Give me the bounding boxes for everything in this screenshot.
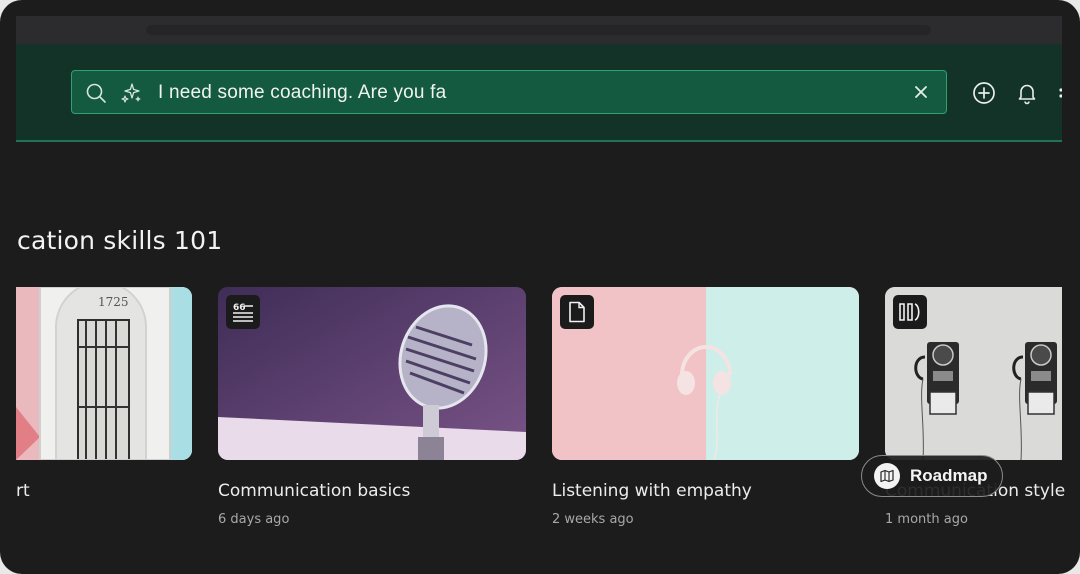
browser-top-bar <box>16 16 1062 44</box>
quote-icon: 66 <box>226 295 260 329</box>
overflow-menu-icon[interactable] <box>1056 80 1062 106</box>
plus-circle-icon <box>973 82 995 104</box>
card-time: 1 month ago <box>885 512 968 527</box>
add-button[interactable] <box>971 80 997 106</box>
course-card[interactable]: Listening with empathy 2 weeks ago <box>552 287 859 527</box>
document-icon <box>560 295 594 329</box>
close-icon[interactable] <box>910 81 932 103</box>
course-card[interactable]: 1725 rt <box>16 287 192 501</box>
search-input[interactable] <box>156 71 900 115</box>
search-icon <box>84 71 108 115</box>
course-card[interactable]: Communication style 1 month ago <box>885 287 1065 527</box>
roadmap-book-icon <box>893 295 927 329</box>
map-icon <box>874 463 900 489</box>
card-title: Listening with empathy <box>552 481 752 501</box>
search-bar[interactable] <box>71 70 947 115</box>
svg-text:66: 66 <box>233 303 246 313</box>
card-time: 6 days ago <box>218 512 290 527</box>
course-card[interactable]: 66 Communication basics 6 days ago <box>218 287 526 527</box>
sparkles-icon <box>118 71 144 115</box>
roadmap-button[interactable]: Roadmap <box>861 455 1003 497</box>
card-thumbnail: 66 <box>218 287 526 460</box>
card-time: 2 weeks ago <box>552 512 634 527</box>
card-thumbnail <box>552 287 859 460</box>
header <box>16 44 1062 142</box>
card-thumbnail: 1725 <box>16 287 192 460</box>
card-title: rt <box>16 481 30 501</box>
roadmap-label: Roadmap <box>910 466 988 485</box>
notifications-button[interactable] <box>1014 80 1040 106</box>
bell-icon <box>1018 84 1036 105</box>
app-window: cation skills 101 1725 rt <box>0 0 1080 574</box>
section-title: cation skills 101 <box>17 226 223 255</box>
card-thumbnail <box>885 287 1062 460</box>
address-bar <box>146 25 931 35</box>
card-title: Communication basics <box>218 481 411 501</box>
door-number: 1725 <box>98 295 129 309</box>
